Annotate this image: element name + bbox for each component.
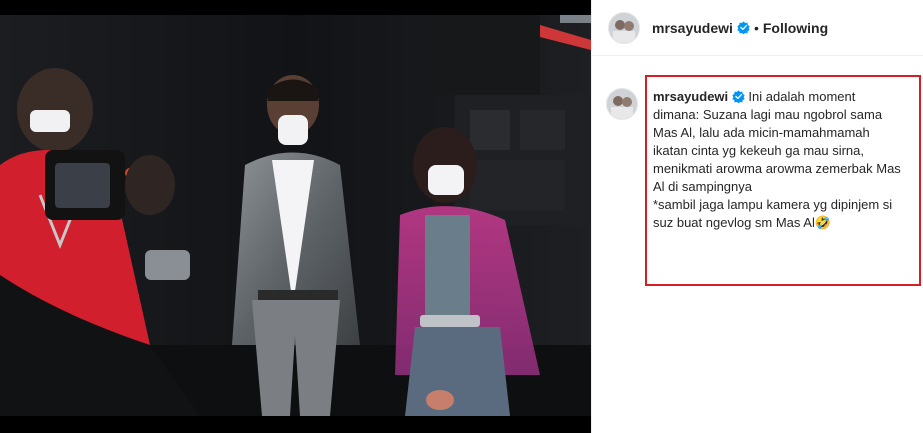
profile-avatar[interactable] xyxy=(608,11,640,44)
photo-scene xyxy=(0,15,591,416)
separator-dot: • xyxy=(753,19,759,36)
caption-avatar-image xyxy=(607,89,637,119)
verified-badge-icon xyxy=(737,21,750,34)
caption-text: mrsayudewi Ini adalah moment dimana: Suz… xyxy=(653,88,903,232)
post-username[interactable]: mrsayudewi xyxy=(652,20,733,36)
avatar-image xyxy=(609,12,639,43)
post-photo[interactable] xyxy=(0,0,591,433)
caption-body: Ini adalah moment dimana: Suzana lagi ma… xyxy=(653,89,901,230)
caption-verified-badge-icon xyxy=(732,90,745,104)
post-header: mrsayudewi • Following xyxy=(592,0,923,56)
following-button[interactable]: Following xyxy=(763,20,828,36)
caption-username[interactable]: mrsayudewi xyxy=(653,89,728,104)
photo-letterbox-top xyxy=(0,0,591,15)
photo-letterbox-bottom xyxy=(0,416,591,433)
caption-avatar[interactable] xyxy=(606,88,638,120)
caption: mrsayudewi Ini adalah moment dimana: Suz… xyxy=(606,88,906,232)
